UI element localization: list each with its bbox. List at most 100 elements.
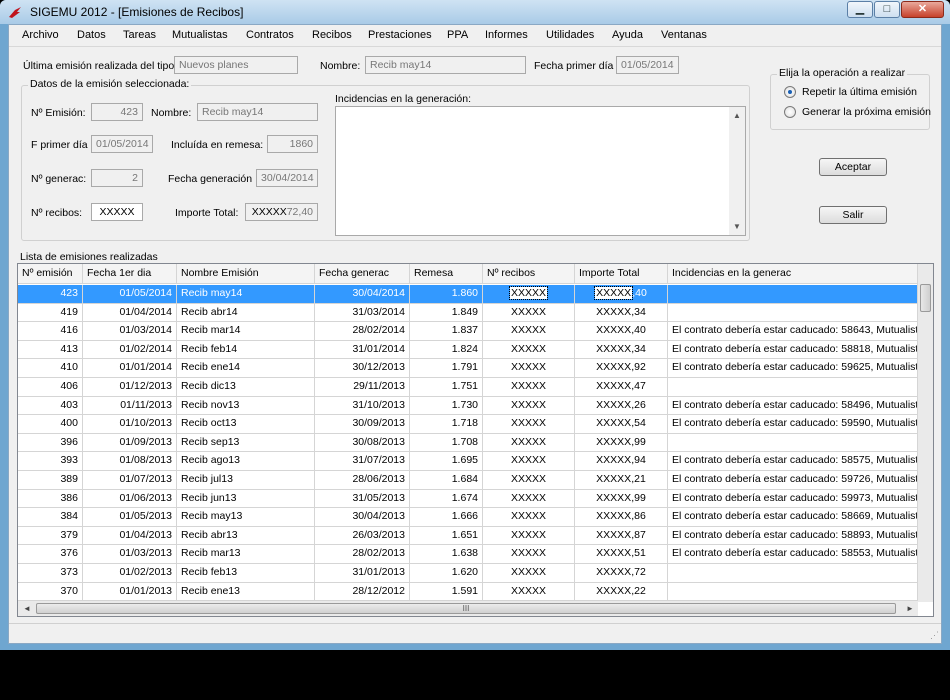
cell-nombre: Recib ago13: [177, 452, 315, 471]
table-row[interactable]: 400 01/10/2013 Recib oct13 30/09/2013 1.718 X…: [18, 415, 918, 434]
menu-tareas[interactable]: Tareas: [123, 29, 156, 41]
recibos-value: XXXXX: [510, 584, 547, 597]
cell-fecha-generac: 30/12/2013: [315, 359, 410, 378]
cell-recibos: XXXXX: [483, 508, 575, 527]
table-row[interactable]: 379 01/04/2013 Recib abr13 26/03/2013 1.651 X…: [18, 526, 918, 546]
gen-date-field[interactable]: 30/04/2014: [256, 169, 318, 187]
col-incidencias[interactable]: Incidencias en la generac: [668, 264, 918, 284]
col-recibos[interactable]: Nº recibos: [483, 264, 575, 284]
radio-generate-next-icon[interactable]: [784, 106, 796, 118]
minimize-button[interactable]: ▁: [847, 1, 873, 18]
cell-recibos: XXXXX: [483, 322, 575, 341]
cell-remesa: 1.684: [410, 471, 483, 489]
title-bar[interactable]: SIGEMU 2012 - [Emisiones de Recibos] ▁ □…: [0, 0, 950, 24]
scroll-right-arrow-icon[interactable]: ►: [906, 604, 914, 613]
scroll-down-arrow-icon[interactable]: ▼: [733, 222, 741, 231]
table-row[interactable]: 423 01/05/2014 Recib may14 30/04/2014 1.860 X…: [18, 285, 918, 304]
menu-prestaciones[interactable]: Prestaciones: [368, 29, 432, 41]
total-field[interactable]: XXXXX72,40: [245, 203, 318, 221]
importe-cents: ,99: [631, 491, 646, 504]
grid-vertical-scrollbar[interactable]: [917, 264, 933, 602]
emissions-grid[interactable]: Nº emisión Fecha 1er dia Nombre Emisión …: [17, 263, 934, 617]
importe-cents: ,26: [631, 398, 646, 411]
cell-emision: 416: [18, 322, 83, 341]
table-row[interactable]: 384 01/05/2013 Recib may13 30/04/2013 1.666 X…: [18, 508, 918, 527]
exit-button[interactable]: Salir: [819, 206, 887, 224]
menu-contratos[interactable]: Contratos: [246, 29, 294, 41]
cell-fecha-1er: 01/08/2013: [83, 452, 177, 471]
first-day-field[interactable]: 01/05/2014: [91, 135, 153, 153]
recibos-value: XXXXX: [510, 528, 547, 541]
table-row[interactable]: 419 01/04/2014 Recib abr14 31/03/2014 1.849 X…: [18, 303, 918, 323]
col-importe[interactable]: Importe Total: [575, 264, 668, 284]
table-row[interactable]: 396 01/09/2013 Recib sep13 30/08/2013 1.708 X…: [18, 433, 918, 453]
generac-field[interactable]: 2: [91, 169, 143, 187]
table-row[interactable]: 386 01/06/2013 Recib jun13 31/05/2013 1.674 X…: [18, 489, 918, 509]
table-row[interactable]: 413 01/02/2014 Recib feb14 31/01/2014 1.824 X…: [18, 340, 918, 360]
cell-incidencias: El contrato debería estar caducado: 5881…: [668, 340, 918, 359]
table-row[interactable]: 393 01/08/2013 Recib ago13 31/07/2013 1.695 X…: [18, 452, 918, 471]
recibos-value: XXXXX: [510, 473, 547, 485]
top-first-day-field[interactable]: 01/05/2014: [616, 56, 679, 74]
scroll-up-arrow-icon[interactable]: ▲: [733, 111, 741, 120]
cell-fecha-generac: 31/01/2013: [315, 564, 410, 582]
cell-importe: XXXXX,72: [575, 564, 668, 582]
maximize-button[interactable]: □: [874, 1, 900, 18]
menu-ayuda[interactable]: Ayuda: [612, 29, 643, 41]
incidences-scrollbar[interactable]: ▲ ▼: [729, 107, 745, 235]
cell-fecha-1er: 01/04/2014: [83, 303, 177, 322]
table-row[interactable]: 389 01/07/2013 Recib jul13 28/06/2013 1.684 X…: [18, 471, 918, 490]
top-name-field[interactable]: Recib may14: [365, 56, 526, 74]
selected-name-field[interactable]: Recib may14: [197, 103, 318, 121]
menu-informes[interactable]: Informes: [485, 29, 528, 41]
incidences-textarea[interactable]: ▲ ▼: [335, 106, 746, 236]
col-emision[interactable]: Nº emisión: [18, 264, 83, 284]
last-emission-type-input[interactable]: [174, 56, 298, 74]
col-fecha-1er[interactable]: Fecha 1er dia: [83, 264, 177, 284]
menu-mutualistas[interactable]: Mutualistas: [172, 29, 228, 41]
cell-fecha-generac: 30/08/2013: [315, 433, 410, 452]
cell-nombre: Recib jun13: [177, 489, 315, 508]
menu-recibos[interactable]: Recibos: [312, 29, 352, 41]
table-row[interactable]: 370 01/01/2013 Recib ene13 28/12/2012 1.591 X…: [18, 582, 918, 601]
radio-repeat-last[interactable]: Repetir la última emisión: [784, 86, 917, 98]
remesa-field[interactable]: 1860: [267, 135, 318, 153]
table-row[interactable]: 373 01/02/2013 Recib feb13 31/01/2013 1.620 X…: [18, 564, 918, 583]
grid-horizontal-thumb[interactable]: III: [36, 603, 896, 614]
accept-button[interactable]: Aceptar: [819, 158, 887, 176]
close-button[interactable]: ✕: [901, 1, 944, 18]
radio-generate-next[interactable]: Generar la próxima emisión: [784, 106, 931, 118]
cell-importe: XXXXX,51: [575, 545, 668, 564]
table-row[interactable]: 416 01/03/2014 Recib mar14 28/02/2014 1.837 X…: [18, 322, 918, 341]
cell-incidencias: [668, 303, 918, 322]
table-row[interactable]: 403 01/11/2013 Recib nov13 31/10/2013 1.730 X…: [18, 396, 918, 416]
grid-horizontal-scrollbar[interactable]: ◄ III ►: [18, 600, 918, 616]
menu-archivo[interactable]: Archivo: [22, 29, 59, 41]
emission-no-field[interactable]: 423: [91, 103, 143, 121]
cell-emision: 406: [18, 378, 83, 396]
importe-mask: XXXXX: [596, 361, 632, 374]
cell-incidencias: El contrato debería estar caducado: 5997…: [668, 489, 918, 508]
table-row[interactable]: 410 01/01/2014 Recib ene14 30/12/2013 1.791 X…: [18, 359, 918, 378]
cell-importe: XXXXX,22: [575, 582, 668, 601]
table-row[interactable]: 376 01/03/2013 Recib mar13 28/02/2013 1.638 X…: [18, 545, 918, 564]
importe-mask: XXXXX: [596, 584, 632, 597]
col-fecha-generac[interactable]: Fecha generac: [315, 264, 410, 284]
last-emission-label: Última emisión realizada del tipo:: [23, 60, 178, 72]
menu-ventanas[interactable]: Ventanas: [661, 29, 707, 41]
cell-fecha-1er: 01/09/2013: [83, 433, 177, 452]
cell-nombre: Recib jul13: [177, 471, 315, 489]
table-row[interactable]: 406 01/12/2013 Recib dic13 29/11/2013 1.751 X…: [18, 378, 918, 397]
grid-vertical-thumb[interactable]: [920, 284, 931, 312]
col-remesa[interactable]: Remesa: [410, 264, 483, 284]
cell-remesa: 1.751: [410, 378, 483, 396]
menu-datos[interactable]: Datos: [77, 29, 106, 41]
cell-emision: 386: [18, 489, 83, 508]
menu-utilidades[interactable]: Utilidades: [546, 29, 594, 41]
radio-repeat-last-icon[interactable]: [784, 86, 796, 98]
col-nombre[interactable]: Nombre Emisión: [177, 264, 315, 284]
menu-ppa[interactable]: PPA: [447, 29, 468, 41]
resize-grip-icon[interactable]: ⋰: [930, 630, 939, 641]
scroll-left-arrow-icon[interactable]: ◄: [23, 604, 31, 613]
receipts-field[interactable]: XXXXX: [91, 203, 143, 221]
